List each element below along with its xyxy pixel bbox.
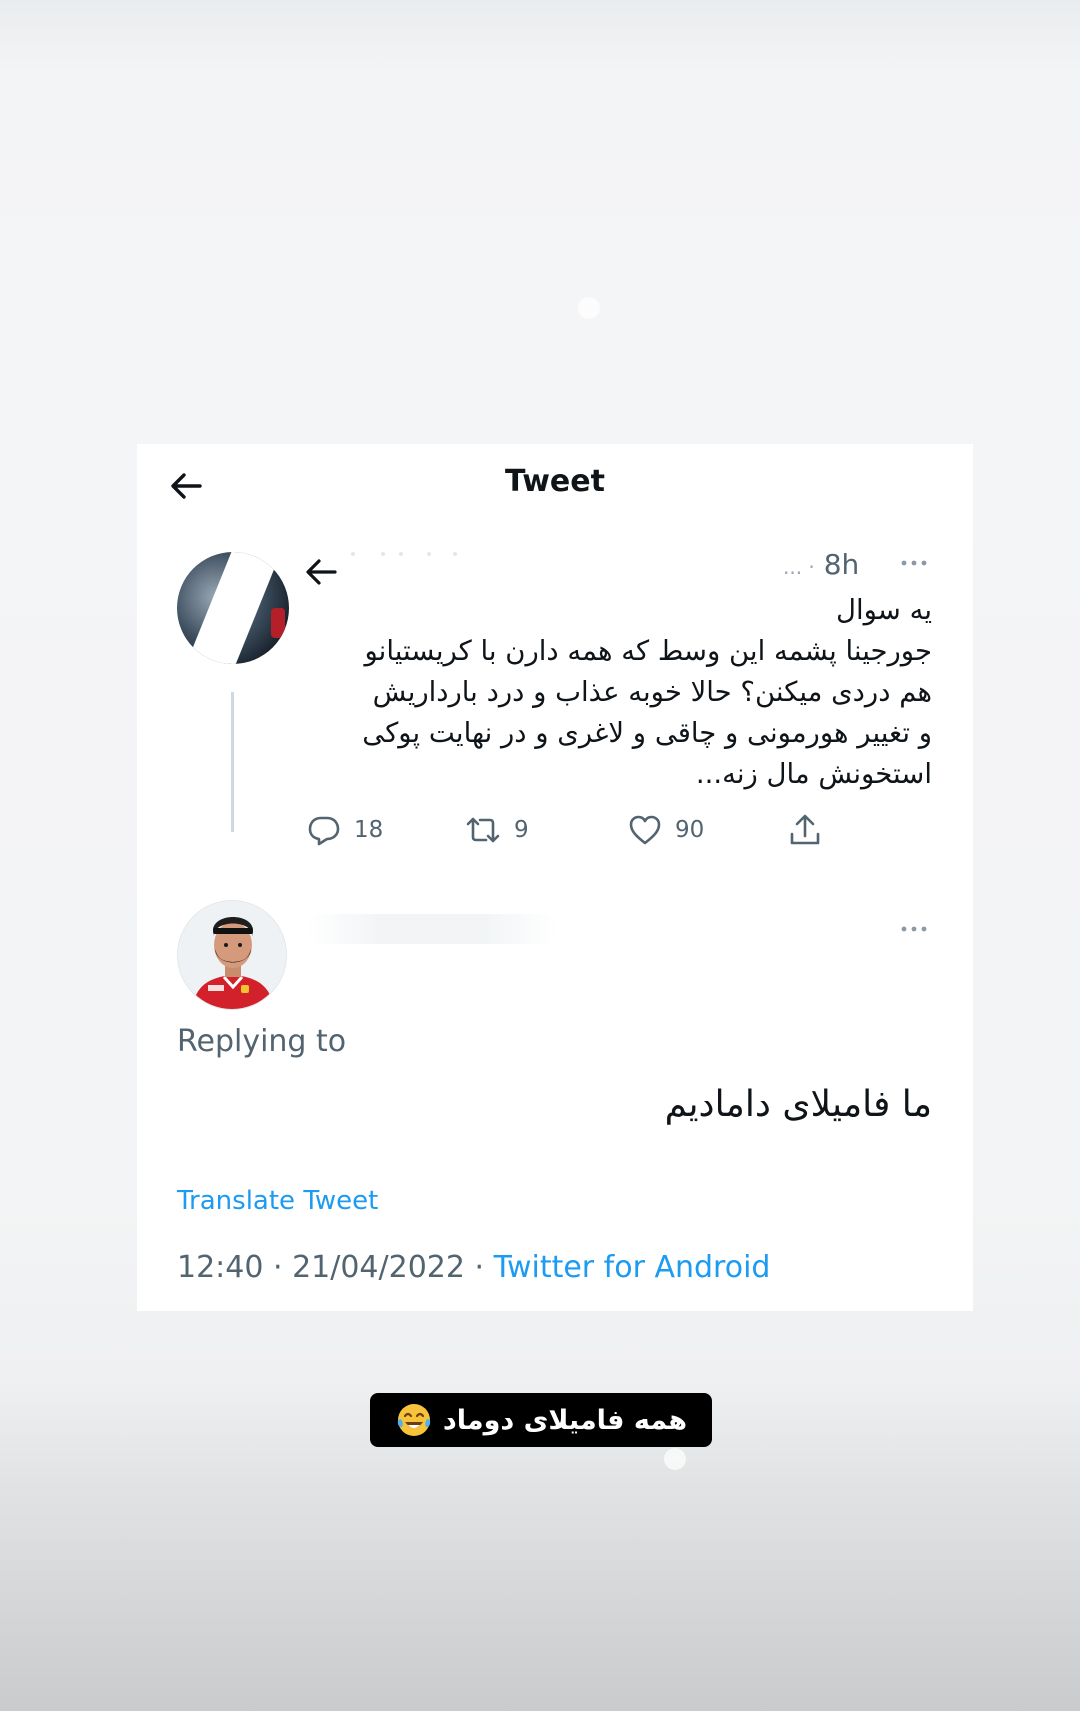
heart-icon [629, 815, 661, 845]
thread-line [231, 692, 234, 832]
tweet-text-line: جورجینا پشمه این وسط که همه دارن با کریس… [364, 635, 932, 667]
retweet-button[interactable]: 9 [464, 810, 529, 850]
like-button[interactable]: 90 [627, 810, 704, 850]
reply-icon [308, 816, 340, 846]
tweet-text-line: و تغییر هورمونی و چاقی و لاغری و در نهای… [362, 717, 932, 749]
avatar-detail [271, 608, 285, 638]
share-button[interactable] [787, 810, 823, 850]
background-dot [578, 297, 600, 319]
share-icon [790, 814, 820, 845]
tweet-metadata: 12:40 · 21/04/2022 · Twitter for Android [177, 1250, 770, 1285]
retweet-icon [466, 817, 500, 843]
reply-button[interactable]: 18 [306, 810, 383, 850]
more-options-icon[interactable] [897, 548, 931, 578]
tweet-text: یه سوال جورجینا پشمه این وسط که همه دارن… [317, 590, 932, 795]
tweet-source-link[interactable]: Twitter for Android [494, 1250, 771, 1285]
like-count: 90 [675, 817, 705, 843]
blurred-username [307, 914, 557, 944]
time-prefix: ... · [783, 555, 815, 579]
page-title: Tweet [505, 464, 605, 499]
reply-count: 18 [354, 817, 384, 843]
censor-stripe [180, 552, 284, 664]
reply-avatar[interactable] [177, 900, 287, 1010]
tweet-screenshot-card: Tweet ... · 8h یه سوال جورجینا پشمه این … [137, 444, 973, 1311]
background-dot [664, 1448, 686, 1470]
tweet-text-line: استخونش مال زنه... [695, 758, 932, 790]
replying-to-label: Replying to [177, 1024, 347, 1059]
tweet-text-line: یه سوال [835, 594, 932, 626]
more-options-icon[interactable] [897, 914, 931, 944]
tweet-time: ... · 8h [783, 548, 859, 581]
caption-text: همه فامیلای دوماد [442, 1404, 688, 1436]
reply-text: ما فامیلای دامادیم [664, 1084, 932, 1125]
tweet-text-line: هم دردی میکنن؟ حالا خوبه عذاب و درد بارد… [372, 676, 932, 708]
retweet-count: 9 [514, 817, 529, 843]
translate-tweet-link[interactable]: Translate Tweet [177, 1186, 378, 1216]
time-value: 8h [823, 548, 860, 581]
avatar[interactable] [177, 552, 289, 664]
footballer-avatar-image [178, 901, 286, 1009]
face-with-tears-of-joy-icon [397, 1404, 431, 1436]
blurred-username [351, 552, 457, 556]
story-caption: همه فامیلای دوماد [370, 1393, 712, 1447]
tweet-timestamp: 12:40 · 21/04/2022 · [177, 1250, 485, 1285]
